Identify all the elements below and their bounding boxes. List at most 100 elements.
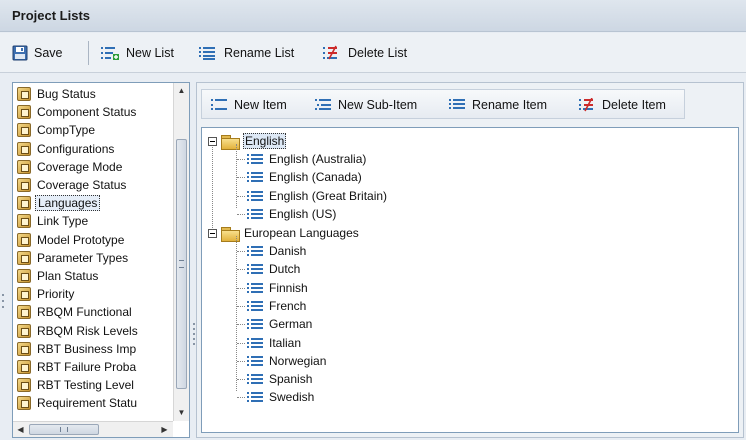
tree-leaf-item[interactable]: Italian bbox=[246, 334, 302, 352]
book-icon bbox=[17, 287, 31, 302]
list-leaf-icon bbox=[247, 374, 263, 385]
list-item-label: RBQM Risk Levels bbox=[37, 323, 138, 338]
delete-item-button[interactable]: Delete Item bbox=[578, 96, 666, 114]
tree-leaf-item[interactable]: English (Great Britain) bbox=[246, 187, 388, 205]
rename-list-button-label: Rename List bbox=[224, 46, 295, 60]
tree-leaf-item[interactable]: Spanish bbox=[246, 370, 313, 388]
scroll-down-arrow-icon[interactable]: ▼ bbox=[176, 407, 187, 419]
tree-leaf-item[interactable]: Finnish bbox=[246, 279, 309, 297]
tree-connector bbox=[237, 342, 245, 344]
scrollbar-thumb[interactable] bbox=[176, 139, 187, 389]
list-item[interactable]: Languages bbox=[17, 194, 101, 212]
list-item[interactable]: RBT Testing Level bbox=[17, 376, 136, 394]
save-button-label: Save bbox=[34, 46, 63, 60]
left-edge-grip[interactable] bbox=[2, 290, 5, 320]
tree-leaf-label: French bbox=[269, 298, 307, 313]
tree-leaf-item[interactable]: English (US) bbox=[246, 205, 337, 223]
book-icon bbox=[17, 232, 31, 247]
list-item[interactable]: RBT Failure Proba bbox=[17, 358, 138, 376]
list-item[interactable]: RBQM Functional bbox=[17, 303, 134, 321]
tree-connector bbox=[236, 144, 237, 208]
book-icon bbox=[17, 214, 31, 229]
tree-leaf-item[interactable]: Danish bbox=[246, 242, 307, 260]
tree-leaf-label: Danish bbox=[269, 244, 307, 258]
tree-leaf-item[interactable]: Dutch bbox=[246, 260, 301, 278]
list-item[interactable]: Model Prototype bbox=[17, 231, 126, 249]
new-item-button[interactable]: New Item bbox=[210, 96, 287, 114]
tree-leaf-item[interactable]: German bbox=[246, 315, 313, 333]
list-horizontal-scrollbar[interactable]: ◀ ▶ bbox=[13, 421, 173, 437]
list-item-label: Requirement Statu bbox=[37, 396, 138, 411]
new-sub-item-icon bbox=[315, 99, 331, 110]
list-item-label: Configurations bbox=[37, 141, 115, 156]
list-item[interactable]: Coverage Mode bbox=[17, 158, 124, 176]
tree-node-english[interactable]: English bbox=[208, 132, 287, 150]
list-item-label: Languages bbox=[35, 195, 101, 212]
tree-connector bbox=[237, 305, 245, 307]
list-item[interactable]: Parameter Types bbox=[17, 249, 130, 267]
tree-leaf-label: Swedish bbox=[269, 390, 315, 405]
tree-connector bbox=[237, 379, 245, 381]
list-item-label: Coverage Mode bbox=[37, 159, 123, 174]
rename-item-button[interactable]: Rename Item bbox=[448, 96, 547, 114]
list-item-label: Link Type bbox=[37, 214, 89, 229]
floppy-disk-icon bbox=[12, 45, 28, 61]
horizontal-scrollbar-thumb[interactable] bbox=[29, 424, 99, 435]
list-item[interactable]: Configurations bbox=[17, 140, 116, 158]
list-item[interactable]: Link Type bbox=[17, 212, 90, 230]
list-item[interactable]: Plan Status bbox=[17, 267, 100, 285]
list-item[interactable]: Component Status bbox=[17, 103, 138, 121]
tree-leaf-item[interactable]: French bbox=[246, 297, 307, 315]
list-leaf-icon bbox=[247, 172, 263, 183]
list-item[interactable]: Bug Status bbox=[17, 85, 98, 103]
list-item-label: Parameter Types bbox=[37, 250, 129, 265]
new-sub-item-button[interactable]: New Sub-Item bbox=[314, 96, 417, 114]
collapse-toggle-icon[interactable] bbox=[208, 136, 217, 146]
delete-list-button-label: Delete List bbox=[348, 46, 408, 60]
list-leaf-icon bbox=[247, 208, 263, 219]
list-items-panel: New Item New Sub-Item Rename Item Delete… bbox=[196, 82, 744, 438]
tree-leaf-label: Norwegian bbox=[269, 353, 327, 368]
list-vertical-scrollbar[interactable]: ▲ ▼ bbox=[173, 83, 189, 421]
list-leaf-icon bbox=[247, 319, 263, 330]
save-button[interactable]: Save bbox=[12, 43, 63, 63]
list-item-label: Model Prototype bbox=[37, 232, 125, 247]
toolbar-separator bbox=[88, 41, 89, 65]
book-icon bbox=[17, 196, 31, 211]
delete-list-button[interactable]: Delete List bbox=[322, 43, 407, 63]
list-item[interactable]: Priority bbox=[17, 285, 76, 303]
collapse-toggle-icon[interactable] bbox=[208, 228, 217, 238]
list-item[interactable]: Coverage Status bbox=[17, 176, 128, 194]
tree-leaf-item[interactable]: English (Australia) bbox=[246, 150, 367, 168]
list-leaf-icon bbox=[247, 282, 263, 293]
scroll-left-arrow-icon[interactable]: ◀ bbox=[15, 424, 26, 436]
new-sub-item-button-label: New Sub-Item bbox=[338, 98, 418, 112]
list-item[interactable]: Requirement Statu bbox=[17, 394, 139, 412]
list-item[interactable]: CompType bbox=[17, 121, 97, 139]
new-list-button[interactable]: New List bbox=[100, 43, 174, 63]
rename-list-button[interactable]: Rename List bbox=[198, 43, 294, 63]
delete-item-button-label: Delete Item bbox=[602, 98, 666, 112]
list-item[interactable]: RBT Business Imp bbox=[17, 340, 138, 358]
list-item-label: RBT Failure Proba bbox=[37, 360, 137, 374]
book-icon bbox=[17, 378, 31, 393]
tree-leaf-item[interactable]: Norwegian bbox=[246, 352, 327, 370]
tree-leaf-label: Dutch bbox=[269, 262, 301, 277]
tree-leaf-item[interactable]: Swedish bbox=[246, 388, 315, 406]
tree-node-label: European Languages bbox=[244, 226, 359, 240]
tree-leaf-label: Italian bbox=[269, 335, 302, 350]
tree-node-european-languages[interactable]: European Languages bbox=[208, 224, 360, 242]
window-title: Project Lists bbox=[12, 8, 91, 23]
list-item[interactable]: RBQM Risk Levels bbox=[17, 322, 140, 340]
list-item-label: RBQM Functional bbox=[37, 305, 132, 320]
book-icon bbox=[17, 269, 31, 283]
scroll-up-arrow-icon[interactable]: ▲ bbox=[176, 85, 187, 97]
tree-leaf-item[interactable]: English (Canada) bbox=[246, 168, 363, 186]
new-list-button-label: New List bbox=[126, 46, 174, 60]
tree-leaf-label: Finnish bbox=[269, 280, 308, 295]
tree-connector bbox=[237, 287, 245, 289]
scroll-right-arrow-icon[interactable]: ▶ bbox=[159, 424, 170, 436]
book-icon bbox=[17, 360, 31, 374]
delete-item-icon bbox=[579, 98, 593, 112]
delete-list-icon bbox=[323, 45, 337, 60]
